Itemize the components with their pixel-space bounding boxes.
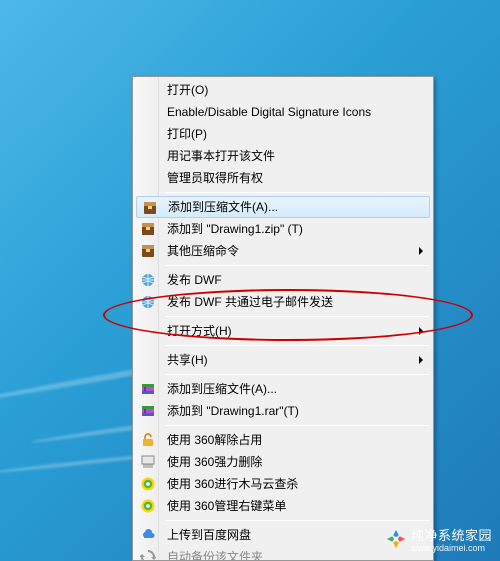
menu-item-label: 添加到压缩文件(A)... bbox=[167, 382, 277, 396]
menu-item-label: 共享(H) bbox=[167, 353, 208, 367]
menu-item[interactable]: 添加到 "Drawing1.rar"(T) bbox=[135, 400, 431, 422]
menu-item[interactable]: 用记事本打开该文件 bbox=[135, 145, 431, 167]
menu-separator bbox=[165, 345, 429, 346]
menu-item[interactable]: 发布 DWF bbox=[135, 269, 431, 291]
rar-icon bbox=[142, 200, 158, 216]
rar-icon bbox=[140, 243, 156, 259]
menu-item-label: 使用 360进行木马云查杀 bbox=[167, 477, 298, 491]
menu-item-label: 使用 360管理右键菜单 bbox=[167, 499, 286, 513]
globe-icon bbox=[140, 272, 156, 288]
watermark-url: www.yidaimei.com bbox=[411, 544, 492, 553]
menu-item-label: 发布 DWF bbox=[167, 273, 222, 287]
menu-item[interactable]: 打开方式(H) bbox=[135, 320, 431, 342]
context-menu: 打开(O) Enable/Disable Digital Signature Ic… bbox=[132, 76, 434, 561]
rar-icon bbox=[140, 221, 156, 237]
menu-item-label: 用记事本打开该文件 bbox=[167, 149, 275, 163]
menu-item[interactable]: 打开(O) bbox=[135, 79, 431, 101]
chevron-right-icon bbox=[419, 327, 423, 335]
sync-icon bbox=[140, 549, 156, 561]
menu-item-label: 发布 DWF 共通过电子邮件发送 bbox=[167, 295, 333, 309]
menu-item-label: Enable/Disable Digital Signature Icons bbox=[167, 105, 371, 119]
watermark: 纯净系统家园 www.yidaimei.com bbox=[385, 525, 492, 553]
menu-item-label: 打印(P) bbox=[167, 127, 207, 141]
watermark-logo-icon bbox=[385, 528, 407, 550]
ball360-icon bbox=[140, 498, 156, 514]
ball360-icon bbox=[140, 476, 156, 492]
menu-item[interactable]: 管理员取得所有权 bbox=[135, 167, 431, 189]
menu-separator bbox=[165, 316, 429, 317]
menu-item[interactable]: 其他压缩命令 bbox=[135, 240, 431, 262]
unlock360-icon bbox=[140, 432, 156, 448]
menu-item-label: 添加到 "Drawing1.zip" (T) bbox=[167, 222, 303, 236]
shred360-icon bbox=[140, 454, 156, 470]
menu-separator bbox=[165, 374, 429, 375]
menu-item[interactable]: 使用 360解除占用 bbox=[135, 429, 431, 451]
globe-icon bbox=[140, 294, 156, 310]
menu-item[interactable]: 使用 360进行木马云查杀 bbox=[135, 473, 431, 495]
menu-item[interactable]: 使用 360管理右键菜单 bbox=[135, 495, 431, 517]
menu-item-label: 打开方式(H) bbox=[167, 324, 232, 338]
winrar-icon bbox=[140, 381, 156, 397]
menu-item-label: 使用 360解除占用 bbox=[167, 433, 262, 447]
menu-item[interactable]: 打印(P) bbox=[135, 123, 431, 145]
menu-separator bbox=[165, 520, 429, 521]
menu-item[interactable]: 发布 DWF 共通过电子邮件发送 bbox=[135, 291, 431, 313]
menu-item-label: 上传到百度网盘 bbox=[167, 528, 251, 542]
menu-separator bbox=[165, 425, 429, 426]
baidupan-icon bbox=[140, 527, 156, 543]
menu-item-label: 使用 360强力删除 bbox=[167, 455, 262, 469]
menu-item-label: 自动备份该文件夹 bbox=[167, 550, 263, 561]
menu-item[interactable]: 共享(H) bbox=[135, 349, 431, 371]
menu-item[interactable]: 添加到 "Drawing1.zip" (T) bbox=[135, 218, 431, 240]
chevron-right-icon bbox=[419, 356, 423, 364]
chevron-right-icon bbox=[419, 247, 423, 255]
menu-item[interactable]: 使用 360强力删除 bbox=[135, 451, 431, 473]
menu-item-label: 管理员取得所有权 bbox=[167, 171, 263, 185]
menu-item[interactable]: Enable/Disable Digital Signature Icons bbox=[135, 101, 431, 123]
menu-item-label: 打开(O) bbox=[167, 83, 208, 97]
winrar-icon bbox=[140, 403, 156, 419]
menu-separator bbox=[165, 265, 429, 266]
menu-item-label: 其他压缩命令 bbox=[167, 244, 239, 258]
watermark-brand: 纯净系统家园 bbox=[411, 528, 492, 543]
menu-item-label: 添加到压缩文件(A)... bbox=[168, 200, 278, 214]
menu-item-label: 添加到 "Drawing1.rar"(T) bbox=[167, 404, 299, 418]
menu-item[interactable]: 添加到压缩文件(A)... bbox=[135, 378, 431, 400]
menu-item[interactable]: 添加到压缩文件(A)... bbox=[136, 196, 430, 218]
menu-separator bbox=[165, 192, 429, 193]
